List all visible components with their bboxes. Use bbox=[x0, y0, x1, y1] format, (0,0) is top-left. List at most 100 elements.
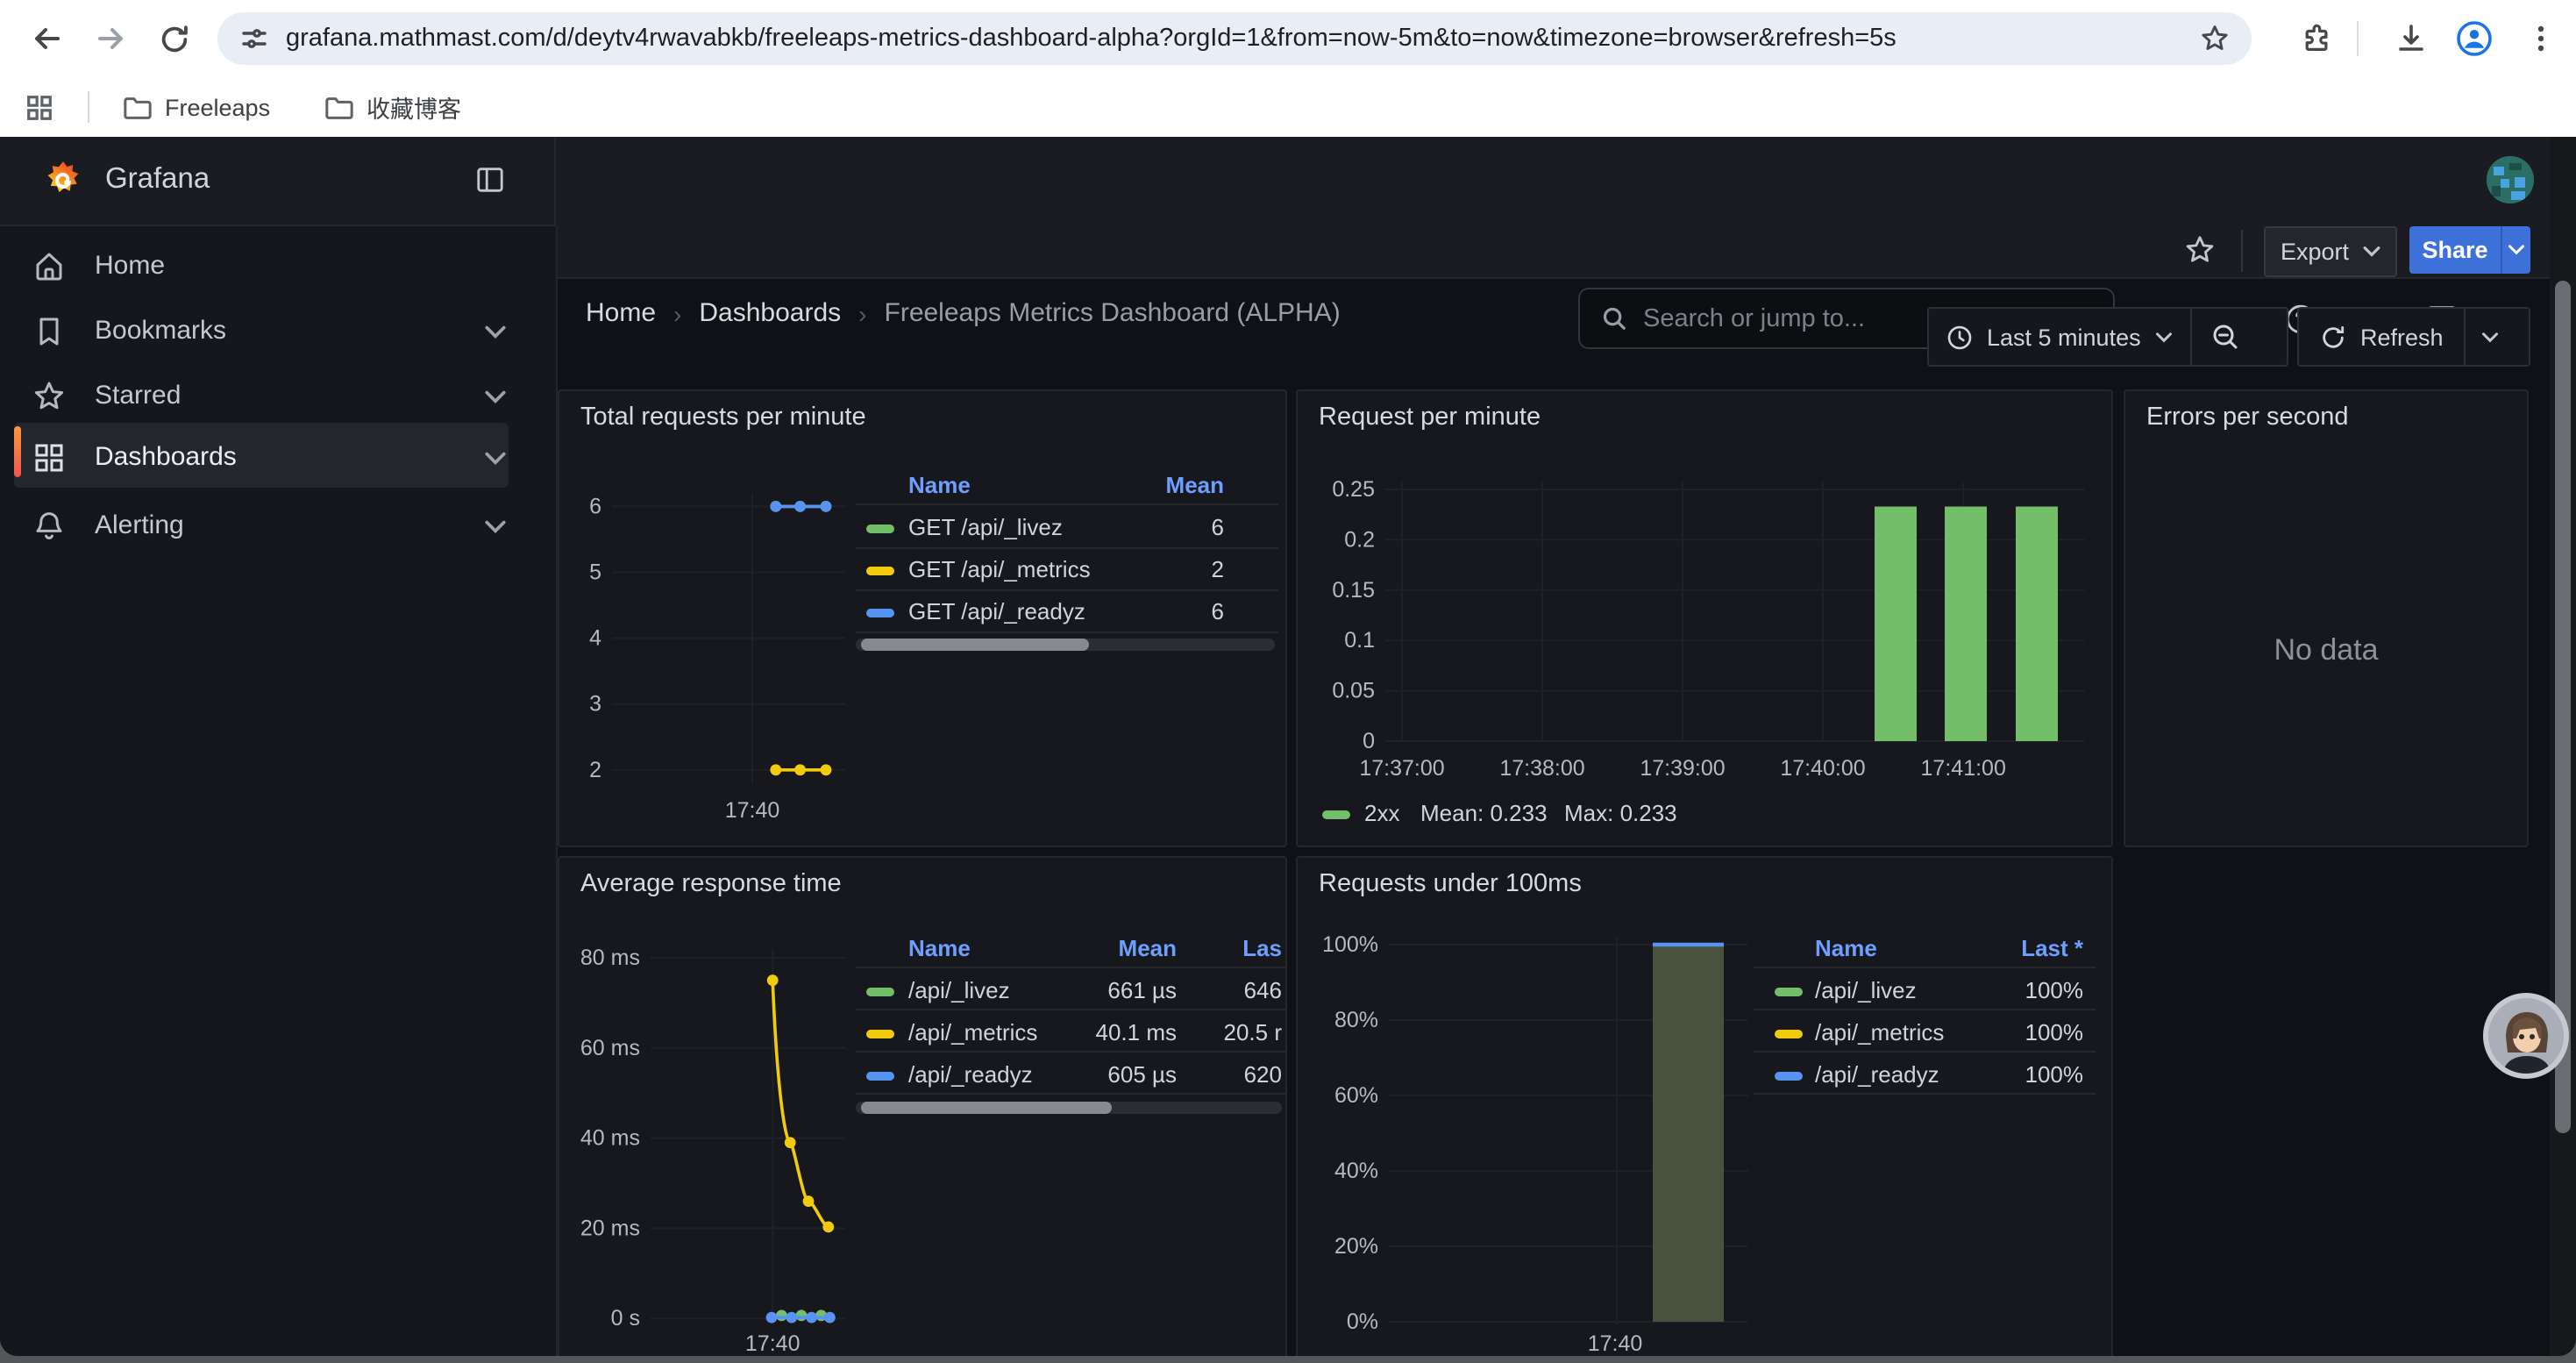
svg-text:0.1: 0.1 bbox=[1344, 628, 1375, 653]
legend-separator bbox=[1754, 967, 2096, 968]
svg-text:0.15: 0.15 bbox=[1332, 578, 1375, 603]
bookmark-folder-blogs[interactable]: 收藏博客 bbox=[324, 88, 461, 126]
sidebar-item-home[interactable]: Home bbox=[0, 235, 556, 300]
svg-text:6: 6 bbox=[589, 494, 601, 518]
panel-total-requests[interactable]: Total requests per minute 6543217:40 Nam… bbox=[558, 389, 1287, 847]
panel-title[interactable]: Errors per second bbox=[2146, 403, 2349, 432]
chevron-down-icon[interactable] bbox=[484, 386, 507, 409]
download-icon[interactable] bbox=[2388, 16, 2434, 61]
legend-header-mean[interactable]: Mean bbox=[1166, 472, 1224, 498]
site-settings-icon[interactable] bbox=[240, 25, 268, 53]
export-button[interactable]: Export bbox=[2264, 226, 2397, 277]
browser-toolbar: grafana.mathmast.com/d/deytv4rwavabkb/fr… bbox=[0, 0, 2576, 77]
breadcrumb: Home › Dashboards › Freeleaps Metrics Da… bbox=[586, 298, 1341, 328]
svg-text:17:37:00: 17:37:00 bbox=[1359, 756, 1444, 781]
svg-text:60%: 60% bbox=[1334, 1083, 1378, 1108]
svg-text:0.2: 0.2 bbox=[1344, 527, 1375, 552]
floating-assistant-avatar[interactable] bbox=[2483, 993, 2569, 1079]
legend-separator bbox=[856, 589, 1278, 590]
zoom-out-button[interactable] bbox=[2192, 309, 2259, 365]
browser-menu-icon[interactable] bbox=[2518, 16, 2564, 61]
url-bar[interactable]: grafana.mathmast.com/d/deytv4rwavabkb/fr… bbox=[217, 12, 2252, 65]
legend-separator bbox=[856, 503, 1278, 505]
bookmark-folder-label[interactable]: 收藏博客 bbox=[366, 89, 461, 125]
share-dropdown-button[interactable] bbox=[2501, 226, 2530, 274]
sidebar-item-alerting[interactable]: Alerting bbox=[0, 495, 556, 560]
profile-icon[interactable] bbox=[2451, 16, 2497, 61]
svg-text:17:40:00: 17:40:00 bbox=[1780, 756, 1865, 781]
share-button[interactable]: Share bbox=[2409, 226, 2501, 274]
legend-scrollbar[interactable] bbox=[856, 1101, 1282, 1113]
chevron-right-icon: › bbox=[858, 299, 866, 327]
apps-grid-icon[interactable] bbox=[25, 88, 54, 126]
bookmark-star-icon[interactable] bbox=[2199, 23, 2231, 54]
svg-text:20 ms: 20 ms bbox=[580, 1216, 640, 1240]
grafana-brand[interactable]: Grafana bbox=[105, 163, 210, 196]
chevron-down-icon[interactable] bbox=[484, 516, 507, 539]
url-text[interactable]: grafana.mathmast.com/d/deytv4rwavabkb/fr… bbox=[286, 25, 2178, 53]
svg-text:100%: 100% bbox=[1322, 932, 1378, 957]
reload-button[interactable] bbox=[151, 16, 196, 61]
grafana-logo[interactable] bbox=[42, 160, 84, 202]
dock-menu-icon[interactable] bbox=[475, 165, 505, 195]
legend-separator bbox=[1754, 1009, 2096, 1010]
legend-separator bbox=[856, 967, 1285, 968]
svg-text:17:40: 17:40 bbox=[725, 798, 780, 823]
share-split-button: Share bbox=[2409, 226, 2530, 274]
svg-text:3: 3 bbox=[589, 692, 601, 717]
legend-header-name[interactable]: Name bbox=[908, 472, 971, 498]
grafana-header: Grafana Home › Dashboards › Freeleaps Me… bbox=[0, 137, 2576, 226]
legend-header-mean[interactable]: Mean bbox=[1119, 935, 1177, 961]
panel-errors-per-second[interactable]: Errors per second No data bbox=[2124, 389, 2529, 847]
sidebar-item-dashboards[interactable]: Dashboards bbox=[0, 419, 556, 491]
panel-avg-response-time[interactable]: Average response time 80 ms60 ms40 ms20 … bbox=[558, 856, 1287, 1356]
chevron-down-icon[interactable] bbox=[484, 321, 507, 344]
back-button[interactable] bbox=[25, 16, 70, 61]
svg-text:17:40: 17:40 bbox=[745, 1331, 801, 1356]
panel-under-100ms[interactable]: Requests under 100ms 100%80%60%40%20%0%1… bbox=[1296, 856, 2113, 1356]
breadcrumb-current: Freeleaps Metrics Dashboard (ALPHA) bbox=[885, 298, 1341, 328]
panel-request-per-minute[interactable]: Request per minute 0.250.20.150.10.05017… bbox=[1296, 389, 2113, 847]
svg-text:60 ms: 60 ms bbox=[580, 1036, 640, 1060]
extensions-icon[interactable] bbox=[2294, 16, 2339, 61]
svg-text:80 ms: 80 ms bbox=[580, 946, 640, 970]
svg-text:17:40: 17:40 bbox=[1588, 1331, 1643, 1356]
legend-scrollbar[interactable] bbox=[856, 639, 1275, 651]
forward-button[interactable] bbox=[88, 16, 133, 61]
clock-icon bbox=[1946, 324, 1973, 350]
bookmark-folder-freeleaps[interactable]: Freeleaps bbox=[123, 88, 270, 126]
legend-separator bbox=[1754, 1051, 2096, 1053]
dashboards-grid-icon bbox=[32, 440, 67, 475]
screen: grafana.mathmast.com/d/deytv4rwavabkb/fr… bbox=[0, 0, 2576, 1363]
bookmark-icon bbox=[32, 314, 67, 349]
no-data-message: No data bbox=[2125, 633, 2527, 668]
dashboard-actions-bar: Export Share bbox=[556, 225, 2576, 279]
svg-text:40%: 40% bbox=[1334, 1159, 1378, 1183]
breadcrumb-home[interactable]: Home bbox=[586, 298, 656, 328]
sidebar-nav: Home Bookmarks Starred Dashboards Alerti… bbox=[0, 226, 558, 1356]
user-avatar[interactable] bbox=[2487, 156, 2534, 203]
sidebar-item-bookmarks[interactable]: Bookmarks bbox=[0, 300, 556, 365]
breadcrumb-dashboards[interactable]: Dashboards bbox=[699, 298, 841, 328]
legend-header-last[interactable]: Las bbox=[1242, 935, 1282, 961]
chevron-right-icon: › bbox=[673, 299, 681, 327]
legend-header-last[interactable]: Last * bbox=[2021, 935, 2083, 961]
refresh-interval-dropdown[interactable] bbox=[2466, 309, 2514, 365]
favorite-star-icon[interactable] bbox=[2183, 233, 2217, 267]
bell-icon bbox=[32, 509, 67, 544]
bookmark-folder-label[interactable]: Freeleaps bbox=[165, 94, 270, 120]
chevron-down-icon[interactable] bbox=[484, 447, 507, 470]
refresh-button[interactable]: Refresh bbox=[2299, 324, 2465, 350]
under-100ms-chart: 100%80%60%40%20%0%17:40 bbox=[1298, 858, 2111, 1356]
selected-highlight bbox=[14, 423, 509, 488]
bookmarks-bar: Freeleaps 收藏博客 bbox=[0, 77, 2576, 139]
scrollbar-thumb[interactable] bbox=[2555, 281, 2571, 1133]
legend-header-name[interactable]: Name bbox=[1815, 935, 1877, 961]
refresh-controls: Refresh bbox=[2297, 307, 2530, 367]
svg-text:17:38:00: 17:38:00 bbox=[1499, 756, 1584, 781]
page-scrollbar[interactable] bbox=[2550, 137, 2576, 1356]
time-range-picker[interactable]: Last 5 minutes bbox=[1929, 324, 2190, 350]
legend-header-name[interactable]: Name bbox=[908, 935, 971, 961]
header-divider bbox=[554, 137, 556, 225]
legend-separator bbox=[856, 1093, 1285, 1095]
